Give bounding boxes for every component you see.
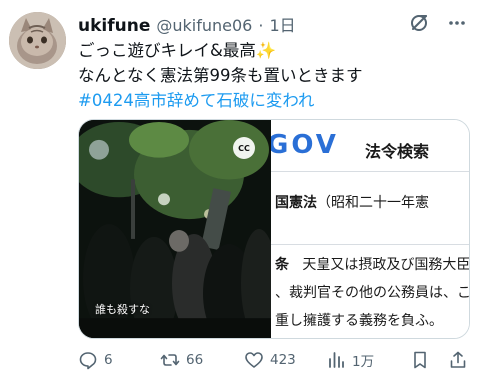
- repost-count: 66: [186, 352, 204, 368]
- share-icon: [450, 351, 466, 368]
- tweet-header: ukifune @ukifune06 · 1日: [78, 12, 296, 36]
- like-button[interactable]: 423: [244, 350, 296, 370]
- tweet-line-2: なんとなく憲法第99条も置いときます: [78, 66, 363, 85]
- sparkles-emoji: ✨: [255, 41, 277, 60]
- action-bar: 6 66 423 1万: [78, 346, 470, 374]
- reply-icon: [79, 352, 97, 370]
- views-count: 1万: [352, 354, 375, 370]
- tweet-time[interactable]: 1日: [269, 12, 295, 36]
- heart-icon: [245, 352, 263, 368]
- law-title: 国憲法（昭和二十一年憲: [275, 192, 429, 212]
- hashtag-link[interactable]: #0424高市辞めて石破に変われ: [78, 88, 470, 113]
- law-title-bold: 国憲法: [275, 195, 317, 211]
- grok-icon[interactable]: [408, 12, 430, 34]
- reply-count: 6: [104, 352, 113, 368]
- header-actions: [408, 12, 468, 34]
- repost-button[interactable]: 66: [160, 350, 203, 370]
- doc-line-3: 重し擁護する義務を負ふ。: [275, 313, 443, 329]
- more-options-icon[interactable]: [446, 12, 468, 34]
- share-button[interactable]: [448, 350, 468, 370]
- law-title-rest: （昭和二十一年憲: [317, 195, 429, 211]
- user-handle[interactable]: @ukifune06: [156, 16, 252, 35]
- tweet-text: ごっこ遊びキレイ&最高✨ なんとなく憲法第99条も置いときます #0424高市辞…: [78, 38, 470, 113]
- avatar[interactable]: [9, 12, 66, 69]
- doc-header-title: 法令検索: [365, 142, 430, 161]
- closed-captions-button[interactable]: CC: [233, 137, 255, 159]
- bookmark-icon: [414, 351, 426, 369]
- display-name[interactable]: ukifune: [78, 16, 150, 36]
- doc-header: GOV 法令検索: [271, 120, 469, 172]
- reply-button[interactable]: 6: [78, 350, 113, 370]
- video-caption: 誰も殺すな: [95, 303, 150, 316]
- doc-line-1: 条 天皇又は摂政及び国務大臣: [275, 254, 469, 274]
- doc-line-2: 、裁判官その他の公務員は、こ: [275, 285, 469, 301]
- cat-avatar-image: [9, 12, 66, 69]
- repost-icon: [160, 354, 180, 366]
- doc-line-1-text: 天皇又は摂政及び国務大臣: [302, 257, 469, 273]
- like-count: 423: [270, 352, 296, 368]
- views-button[interactable]: 1万: [326, 350, 374, 370]
- doc-divider: [271, 244, 469, 245]
- law-document-image[interactable]: GOV 法令検索 国憲法（昭和二十一年憲 条 天皇又は摂政及び国務大臣 、裁判官…: [271, 120, 469, 338]
- tweet-line-1-text: ごっこ遊びキレイ&最高: [78, 41, 256, 60]
- video-player[interactable]: CC 誰も殺すな: [79, 120, 271, 338]
- views-chart-icon: [329, 352, 344, 368]
- gov-logo: GOV: [271, 130, 339, 160]
- tweet-line-1: ごっこ遊びキレイ&最高✨: [78, 38, 470, 63]
- bookmark-button[interactable]: [410, 350, 430, 370]
- media-container: CC 誰も殺すな GOV 法令検索 国憲法（昭和二十一年憲 条 天皇又は摂政及び…: [78, 119, 470, 339]
- article-label: 条: [275, 257, 289, 273]
- separator-dot: ·: [258, 16, 264, 35]
